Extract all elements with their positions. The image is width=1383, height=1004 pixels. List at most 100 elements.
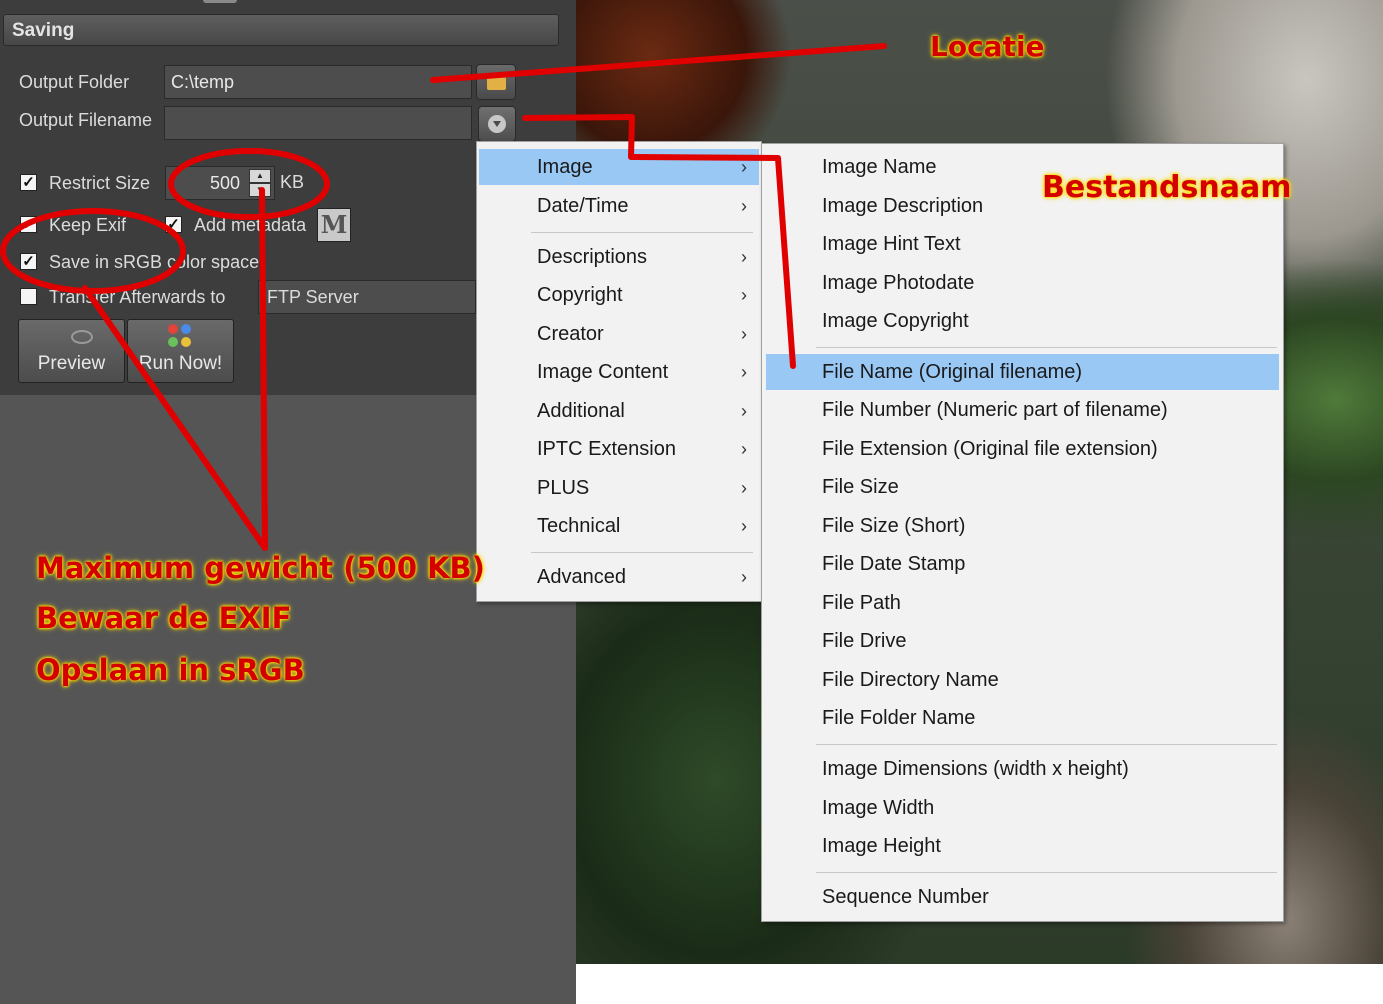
filename-tokens-button[interactable]	[478, 106, 516, 142]
transfer-checkbox[interactable]	[20, 288, 37, 305]
chevron-right-icon: ›	[741, 362, 747, 382]
submenu-item[interactable]: File Drive	[766, 623, 1279, 659]
run-now-label: Run Now!	[138, 353, 223, 374]
chevron-right-icon: ›	[741, 567, 747, 587]
submenu-item-label: File Drive	[822, 630, 907, 652]
submenu-item-label: Image Width	[822, 797, 935, 819]
keep-exif-checkbox[interactable]: ✓	[20, 216, 37, 233]
submenu-item[interactable]: Image Hint Text	[766, 226, 1279, 262]
submenu-item[interactable]: Image Width	[766, 790, 1279, 826]
token-menu: Image › Date/Time › Descriptions › Copyrigh…	[476, 141, 762, 602]
submenu-item-label: File Name (Original filename)	[822, 361, 1083, 383]
menu-item-label: Descriptions	[537, 246, 648, 268]
preview-button[interactable]: Preview	[18, 319, 125, 383]
submenu-item-label: File Size (Short)	[822, 515, 966, 537]
submenu-item[interactable]: File Folder Name	[766, 700, 1279, 736]
submenu-item-label: File Size	[822, 476, 899, 498]
submenu-item[interactable]: File Size (Short)	[766, 508, 1279, 544]
menu-item-image[interactable]: Image ›	[479, 149, 759, 185]
ftp-server-select[interactable]: FTP Server	[258, 280, 476, 314]
menu-item-label: Creator	[537, 323, 604, 345]
submenu-item[interactable]: Image Height	[766, 828, 1279, 864]
submenu-separator	[816, 872, 1277, 873]
menu-item-date-time[interactable]: Date/Time ›	[479, 188, 759, 224]
chevron-right-icon: ›	[741, 157, 747, 177]
menu-item-technical[interactable]: Technical ›	[479, 508, 759, 544]
submenu-item[interactable]: File Directory Name	[766, 662, 1279, 698]
annotation-max-weight: Maximum gewicht (500 KB)	[36, 551, 485, 585]
restrict-size-label: Restrict Size	[49, 173, 151, 193]
menu-item-label: Additional	[537, 400, 625, 422]
chevron-right-icon: ›	[741, 478, 747, 498]
chevron-right-icon: ›	[741, 324, 747, 344]
folder-icon	[487, 73, 506, 90]
menu-item-additional[interactable]: Additional ›	[479, 393, 759, 429]
restrict-size-checkbox[interactable]: ✓	[20, 174, 37, 191]
submenu-item-label: Image Hint Text	[822, 233, 961, 255]
submenu-item[interactable]: File Number (Numeric part of filename)	[766, 392, 1279, 428]
submenu-item[interactable]: File Date Stamp	[766, 546, 1279, 582]
submenu-item[interactable]: File Size	[766, 469, 1279, 505]
submenu-item-label: File Folder Name	[822, 707, 976, 729]
submenu-item-file-name[interactable]: File Name (Original filename)	[766, 354, 1279, 390]
checkmark-icon: ✓	[167, 216, 180, 233]
annotation-locatie: Locatie	[930, 30, 1045, 63]
image-token-submenu: Image Name Image Description Image Hint …	[761, 143, 1284, 922]
menu-item-label: Technical	[537, 515, 621, 537]
checkmark-icon: ✓	[22, 174, 35, 191]
annotation-srgb: Opslaan in sRGB	[36, 653, 305, 687]
checkmark-icon: ✓	[22, 253, 35, 270]
menu-item-label: PLUS	[537, 477, 590, 499]
dropdown-circle-icon	[488, 115, 506, 133]
menu-item-creator[interactable]: Creator ›	[479, 316, 759, 352]
chevron-right-icon: ›	[741, 247, 747, 267]
submenu-item-label: Image Name	[822, 156, 937, 178]
menu-item-image-content[interactable]: Image Content ›	[479, 354, 759, 390]
menu-item-descriptions[interactable]: Descriptions ›	[479, 239, 759, 275]
size-value: 500	[209, 173, 240, 193]
submenu-item[interactable]: Image Copyright	[766, 303, 1279, 339]
submenu-item[interactable]: Image Dimensions (width x height)	[766, 751, 1279, 787]
annotation-keep-exif: Bewaar de EXIF	[36, 601, 292, 635]
chevron-right-icon: ›	[741, 401, 747, 421]
menu-item-copyright[interactable]: Copyright ›	[479, 277, 759, 313]
submenu-item-label: File Date Stamp	[822, 553, 966, 575]
eye-icon	[71, 330, 93, 344]
menu-item-advanced[interactable]: Advanced ›	[479, 559, 759, 595]
output-filename-field[interactable]	[164, 106, 472, 140]
menu-separator	[531, 552, 753, 553]
spin-down-button[interactable]: ▼	[249, 183, 271, 197]
menu-item-label: Date/Time	[537, 195, 629, 217]
chevron-right-icon: ›	[741, 439, 747, 459]
panel-top-handle[interactable]	[203, 0, 237, 3]
saving-section-header[interactable]: Saving	[3, 14, 559, 46]
submenu-item[interactable]: Sequence Number	[766, 879, 1279, 915]
run-dots-icon	[168, 324, 194, 350]
menu-item-plus[interactable]: PLUS ›	[479, 470, 759, 506]
menu-separator	[531, 232, 753, 233]
chevron-right-icon: ›	[741, 196, 747, 216]
menu-item-label: Image Content	[537, 361, 669, 383]
output-folder-field[interactable]: C:\temp	[164, 65, 472, 99]
preview-label: Preview	[37, 353, 106, 374]
submenu-item-label: Image Photodate	[822, 272, 975, 294]
run-now-button[interactable]: Run Now!	[127, 319, 234, 383]
submenu-item[interactable]: File Path	[766, 585, 1279, 621]
keep-exif-label: Keep Exif	[49, 215, 127, 235]
chevron-right-icon: ›	[741, 516, 747, 536]
chevron-right-icon: ›	[741, 285, 747, 305]
metadata-button[interactable]: M	[317, 208, 351, 242]
browse-folder-button[interactable]	[476, 64, 516, 100]
menu-item-label: Image	[537, 156, 593, 178]
submenu-item-label: Sequence Number	[822, 886, 989, 908]
submenu-item-label: File Directory Name	[822, 669, 999, 691]
submenu-item-label: Image Dimensions (width x height)	[822, 758, 1129, 780]
menu-item-iptc-extension[interactable]: IPTC Extension ›	[479, 431, 759, 467]
add-metadata-checkbox[interactable]: ✓	[165, 216, 182, 233]
spin-up-button[interactable]: ▲	[249, 169, 271, 183]
submenu-item[interactable]: Image Photodate	[766, 265, 1279, 301]
size-spinner[interactable]: 500 ▲ ▼	[165, 166, 275, 200]
submenu-item[interactable]: File Extension (Original file extension)	[766, 431, 1279, 467]
submenu-item-label: File Extension (Original file extension)	[822, 438, 1158, 460]
srgb-checkbox[interactable]: ✓	[20, 253, 37, 270]
